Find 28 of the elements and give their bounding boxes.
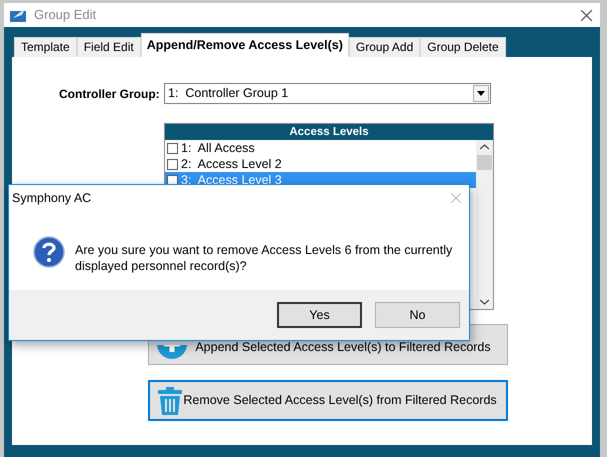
dialog-message: Are you sure you want to remove Access Levels 6 from the currently displayed personnel record(s)?	[75, 242, 454, 274]
scroll-down-icon[interactable]	[480, 299, 489, 305]
checkbox[interactable]	[167, 158, 178, 170]
checkbox[interactable]	[167, 174, 178, 186]
yes-button[interactable]: Yes	[277, 302, 362, 328]
remove-button[interactable]: Remove Selected Access Level(s) from Filtered Records	[148, 380, 508, 421]
list-item[interactable]: 2: Access Level 2	[165, 156, 476, 172]
field-label: Controller Group:	[59, 86, 161, 102]
controller-group-dropdown[interactable]: 1: Controller Group 1	[164, 83, 491, 104]
question-icon	[33, 236, 65, 268]
tab[interactable]: Group Delete	[420, 37, 506, 57]
trash-icon	[158, 386, 182, 414]
app-icon	[10, 8, 28, 22]
tab[interactable]: Field Edit	[76, 37, 141, 57]
list-item[interactable]: 1: All Access	[165, 140, 476, 156]
checkbox[interactable]	[167, 142, 178, 154]
scroll-up-icon[interactable]	[480, 144, 489, 150]
tab[interactable]: Append/Remove Access Level(s)	[140, 33, 349, 57]
no-button[interactable]: No	[375, 302, 460, 328]
dialog-title: Symphony AC	[12, 190, 92, 207]
tab[interactable]: Template	[14, 37, 77, 57]
window-title: Group Edit	[34, 6, 98, 24]
tab[interactable]: Group Add	[348, 37, 420, 57]
dropdown-arrow-icon[interactable]	[477, 91, 485, 96]
close-icon[interactable]	[581, 10, 592, 20]
scrollbar[interactable]	[476, 140, 493, 309]
list-header: Access Levels	[165, 124, 493, 140]
scroll-thumb[interactable]	[477, 155, 492, 170]
